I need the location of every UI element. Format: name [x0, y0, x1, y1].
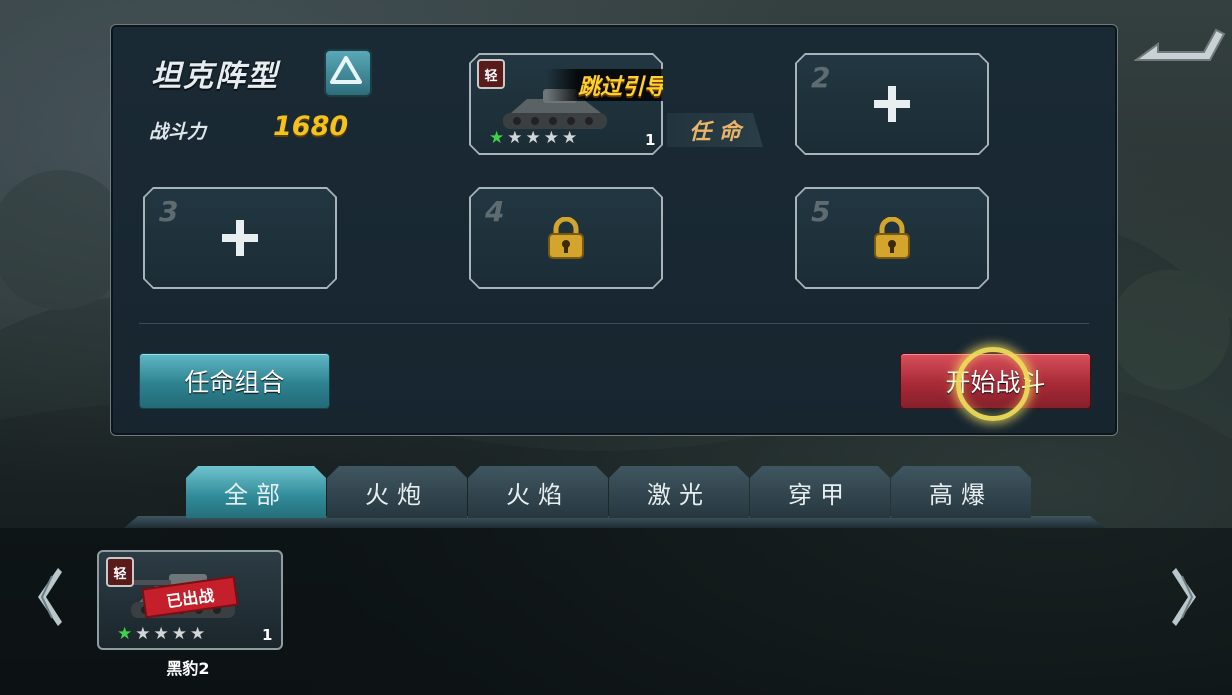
appoint-label[interactable]: 任 命: [667, 113, 763, 147]
tank-level: 1: [262, 626, 273, 644]
star-icon: ★: [507, 128, 523, 148]
class-badge: 轻: [477, 59, 505, 89]
class-badge: 轻: [106, 557, 134, 587]
formation-panel: 坦克阵型 战斗力 1680 轻 跳过引导 ★ ★ ★ ★ ★ 1 任 命 2 3…: [110, 24, 1118, 436]
tab-all[interactable]: 全部: [186, 466, 326, 518]
tab-artillery[interactable]: 火炮: [327, 466, 467, 518]
back-arrow-icon[interactable]: [1134, 26, 1226, 64]
formation-slot-1[interactable]: 轻 跳过引导 ★ ★ ★ ★ ★ 1: [469, 53, 663, 155]
formation-slot-3[interactable]: 3: [143, 187, 337, 289]
star-icon: ★: [117, 624, 133, 644]
star-icon: ★: [153, 624, 169, 644]
lock-icon: [795, 187, 989, 289]
tutorial-highlight-ring: [956, 347, 1030, 421]
star-rating: ★ ★ ★ ★ ★: [489, 130, 577, 147]
tab-laser[interactable]: 激光: [609, 466, 749, 518]
star-icon: ★: [525, 128, 541, 148]
plus-icon[interactable]: [795, 53, 989, 155]
triangle-icon[interactable]: [324, 49, 372, 97]
star-icon: ★: [171, 624, 187, 644]
power-label: 战斗力: [149, 121, 207, 143]
tank-name: 黑豹2: [166, 659, 210, 678]
star-icon: ★: [489, 128, 505, 148]
formation-slot-2[interactable]: 2: [795, 53, 989, 155]
chevron-left-icon[interactable]: [32, 566, 62, 642]
formation-slot-4[interactable]: 4: [469, 187, 663, 289]
lock-icon: [469, 187, 663, 289]
tab-armor-piercing[interactable]: 穿甲: [750, 466, 890, 518]
tank-level: 1: [645, 131, 656, 149]
star-icon: ★: [135, 624, 151, 644]
tank-card[interactable]: 轻 已出战 ★ ★ ★ ★ ★ 1: [97, 550, 283, 650]
formation-slot-5[interactable]: 5: [795, 187, 989, 289]
tab-high-explosive[interactable]: 高爆: [891, 466, 1031, 518]
power-value: 1680: [273, 111, 349, 142]
panel-divider: [139, 323, 1089, 324]
star-icon: ★: [562, 128, 578, 148]
star-icon: ★: [543, 128, 559, 148]
appoint-group-button[interactable]: 任命组合: [139, 353, 330, 409]
star-rating: ★ ★ ★ ★ ★: [117, 626, 205, 643]
page-title: 坦克阵型: [151, 59, 279, 94]
star-icon: ★: [190, 624, 206, 644]
skip-guide-label[interactable]: 跳过引导: [547, 69, 663, 101]
plus-icon[interactable]: [143, 187, 337, 289]
tab-flame[interactable]: 火焰: [468, 466, 608, 518]
chevron-right-icon[interactable]: [1172, 566, 1202, 642]
filter-tabs: 全部 火炮 火焰 激光 穿甲 高爆: [186, 466, 1032, 518]
